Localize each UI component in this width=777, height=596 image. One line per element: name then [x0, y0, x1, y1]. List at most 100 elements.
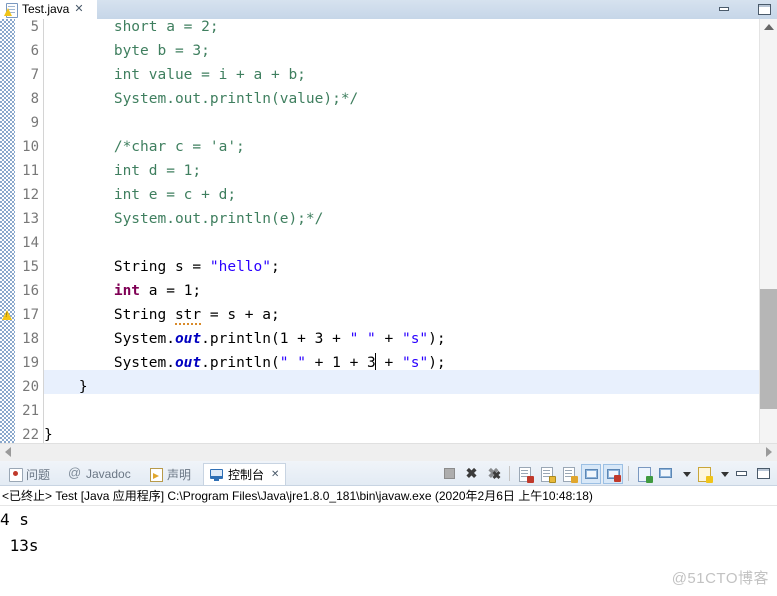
code-line[interactable]: [44, 111, 759, 135]
line-number: 6: [30, 43, 39, 59]
scroll-up-icon[interactable]: [764, 24, 774, 30]
code-line[interactable]: [44, 231, 759, 255]
separator-1: [509, 466, 510, 481]
code-token: "s": [401, 355, 429, 371]
code-token: int value = i + a + b;: [113, 67, 306, 83]
marker-ruler[interactable]: [0, 19, 15, 461]
bottom-tab-4[interactable]: 控制台 ✕: [203, 463, 287, 485]
code-token: "hello": [209, 259, 271, 275]
minimize-icon[interactable]: [718, 4, 731, 15]
display-selected-console-button[interactable]: [656, 464, 676, 484]
console-status-line: <已终止> Test [Java 应用程序] C:\Program Files\…: [0, 486, 777, 506]
code-line[interactable]: short a = 2;: [44, 19, 759, 39]
code-line[interactable]: int d = 1;: [44, 159, 759, 183]
code-token: System.out.println(value);*/: [113, 91, 359, 107]
code-line[interactable]: System.out.println(1 + 3 + " " + "s");: [44, 327, 759, 351]
code-token: int: [113, 283, 141, 299]
code-text-area[interactable]: short a = 2; byte b = 3; int value = i +…: [44, 19, 759, 461]
open-console-menu[interactable]: [716, 464, 730, 484]
bottom-tab-3[interactable]: 声明: [143, 463, 197, 485]
line-number: 21: [22, 403, 39, 419]
maximize-icon[interactable]: [758, 4, 771, 15]
code-line[interactable]: System.out.println(value);*/: [44, 87, 759, 111]
clear-console-button[interactable]: [515, 464, 535, 484]
vertical-scroll-thumb[interactable]: [760, 289, 777, 409]
console-output[interactable]: 4 s 13s: [0, 507, 777, 596]
declaration-icon: [149, 467, 163, 482]
code-line[interactable]: byte b = 3;: [44, 39, 759, 63]
line-number: 9: [30, 115, 39, 131]
code-token: out: [174, 355, 202, 371]
code-token: +: [375, 355, 402, 371]
pin-console-button[interactable]: [634, 464, 654, 484]
warning-marker-icon[interactable]: [1, 308, 14, 321]
code-token: System.out.println(e);*/: [113, 211, 324, 227]
code-token: int e = c + d;: [113, 187, 237, 203]
code-line[interactable]: [44, 399, 759, 423]
code-line[interactable]: String s = "hello";: [44, 255, 759, 279]
code-token: "s": [401, 331, 429, 347]
code-token: );: [428, 355, 446, 371]
show-console-on-error-button[interactable]: [603, 463, 623, 484]
code-token: a = 1;: [140, 283, 202, 299]
line-number: 19: [22, 355, 39, 371]
editor-tab-close-icon[interactable]: ✕: [74, 0, 83, 19]
code-token: /*char c = 'a';: [113, 139, 245, 155]
problems-icon: [8, 467, 23, 482]
line-number: 8: [30, 91, 39, 107]
line-number: 15: [22, 259, 39, 275]
terminate-button[interactable]: [440, 464, 460, 484]
code-line[interactable]: }: [44, 375, 759, 399]
line-number: 16: [22, 283, 39, 299]
code-token: " ": [349, 331, 376, 347]
editor-vertical-scrollbar[interactable]: [759, 19, 777, 461]
code-token: = s + a;: [201, 307, 280, 323]
code-line[interactable]: System.out.println(e);*/: [44, 207, 759, 231]
code-editor[interactable]: 5678910111213141516171819202122 short a …: [0, 19, 777, 461]
line-number-ruler: 5 6 7 8 9 10 11 12 13 14 15 16 17 18 19 20 21 22: [15, 19, 44, 461]
maximize-view-button[interactable]: [754, 464, 774, 484]
code-token: out: [174, 331, 202, 347]
code-line[interactable]: System.out.println(" " + 1 + 3 + "s");: [44, 351, 759, 375]
line-number: 14: [22, 235, 39, 251]
scroll-left-icon[interactable]: [5, 447, 11, 457]
display-selected-console-menu[interactable]: [678, 464, 692, 484]
bottom-tab-1[interactable]: 问题: [2, 463, 56, 485]
line-number: 5: [30, 19, 39, 35]
minimize-view-button[interactable]: [732, 464, 752, 484]
code-token: System.: [113, 355, 175, 371]
editor-horizontal-scrollbar[interactable]: [0, 443, 777, 461]
separator-2: [628, 466, 629, 481]
editor-tab-strip: Test.java ✕: [0, 0, 777, 19]
line-number: 10: [22, 139, 39, 155]
code-token: + 1 + 3: [305, 355, 376, 371]
code-token: String: [113, 307, 175, 323]
code-token: byte b = 3;: [113, 43, 210, 59]
scroll-lock-button[interactable]: [537, 464, 557, 484]
bottom-tab-close-icon[interactable]: ✕: [271, 469, 279, 480]
code-token: .println(: [201, 355, 280, 371]
open-console-button[interactable]: [694, 464, 714, 484]
code-token: ;: [270, 259, 280, 275]
console-icon: [210, 468, 224, 482]
code-line[interactable]: int value = i + a + b;: [44, 63, 759, 87]
remove-all-terminated-button[interactable]: ✖ ✖: [484, 464, 504, 484]
console-view: 问题 Javadoc 声明 控制台 ✕ ✖✖✖ <已终止> Test [Java 应用程…: [0, 461, 777, 596]
console-output-line: 13s: [0, 536, 39, 555]
bottom-tab-label: 问题: [26, 467, 51, 482]
code-line[interactable]: /*char c = 'a';: [44, 135, 759, 159]
bottom-tab-2[interactable]: Javadoc: [62, 463, 137, 485]
tab-strip-background: [0, 0, 777, 19]
code-line[interactable]: int a = 1;: [44, 279, 759, 303]
word-wrap-button[interactable]: [559, 464, 579, 484]
show-console-on-output-button[interactable]: [581, 463, 601, 484]
bottom-tab-label: Javadoc: [86, 467, 131, 481]
scroll-right-icon[interactable]: [766, 447, 772, 457]
javadoc-icon: [68, 465, 82, 481]
code-line[interactable]: String str = s + a;: [44, 303, 759, 327]
console-output-line: 4 s: [0, 510, 29, 529]
code-token: .println(1 + 3 +: [201, 331, 350, 347]
code-line[interactable]: int e = c + d;: [44, 183, 759, 207]
eclipse-window: Test.java ✕ 5 6 7 8 9 10 11 12 13 14 15 16 17 18 19 20 2…: [0, 0, 777, 596]
remove-launch-button[interactable]: ✖: [462, 464, 482, 484]
